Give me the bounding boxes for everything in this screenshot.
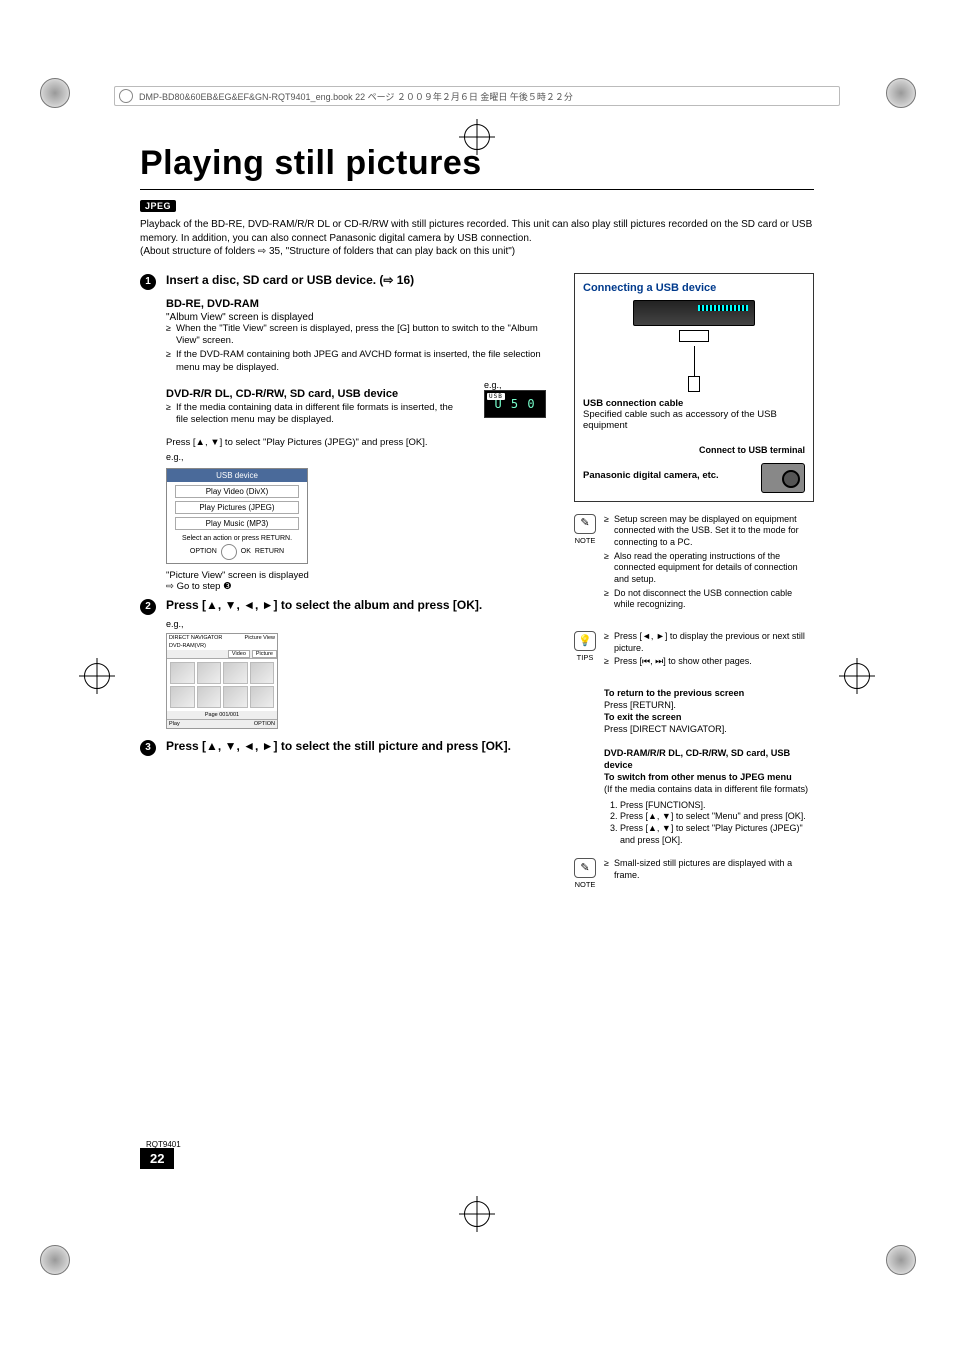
dn-media: DVD-RAM(VR) [169,643,206,649]
note-bullet: Do not disconnect the USB connection cab… [604,588,814,611]
usb-box-title: Connecting a USB device [583,282,805,294]
thumbnail-icon [250,686,275,708]
dn-page: Page 001/001 [167,711,277,719]
bdre-bullet: When the "Title View" screen is displaye… [166,323,554,348]
thumbnail-icon [170,662,195,684]
picture-view-line: "Picture View" screen is displayed [166,570,554,581]
dn-subtitle: Picture View [245,635,275,641]
registration-mark-icon [464,1201,490,1227]
exit-body: Press [DIRECT NAVIGATOR]. [604,724,814,736]
player-device-icon [633,300,755,326]
usb-menu-option: Play Video (DivX) [175,485,299,498]
crop-mark-icon [40,78,68,106]
usb-menu-nav-left: OPTION [190,548,217,555]
usb-plug-icon [688,376,700,392]
switch-body: (If the media contains data in different… [604,784,814,796]
crop-mark-icon [40,1245,68,1273]
cable-desc: Specified cable such as accessory of the… [583,409,805,431]
dvd-bullet: If the media containing data in differen… [166,402,464,427]
switch-heading-2: To switch from other menus to JPEG menu [604,772,792,782]
eg-label: e.g., [166,619,554,629]
bdre-heading: BD-RE, DVD-RAM [166,298,554,310]
note-bullet: Setup screen may be displayed on equipme… [604,514,814,549]
crop-mark-icon [886,1245,914,1273]
direct-navigator-screen: DIRECT NAVIGATOR Picture View DVD-RAM(VR… [166,633,278,729]
cable-icon [694,346,695,376]
goto-step3: ⇨ Go to step ❸ [166,581,554,592]
dn-foot-play: Play [169,721,180,727]
usb-menu-header: USB device [167,469,307,482]
thumbnail-icon [223,662,248,684]
step3-title: Press [▲, ▼, ◄, ►] to select the still p… [166,739,511,753]
eg-label: e.g., [484,380,554,390]
terminal-label: Connect to USB terminal [583,445,805,455]
eg-label: e.g., [166,452,554,462]
switch-heading-1: DVD-RAM/R/R DL, CD-R/RW, SD card, USB de… [604,748,790,770]
tips-bullet: Press [⏮, ⏭] to show other pages. [604,656,814,668]
rule [140,189,814,190]
crop-mark-icon [886,78,914,106]
usb-menu-option: Play Pictures (JPEG) [175,501,299,514]
page-title: Playing still pictures [140,144,814,183]
intro-text-2: (About structure of folders ⇨ 35, "Struc… [140,245,814,259]
registration-mark-icon [844,663,870,689]
header-strip-text: DMP-BD80&60EB&EG&EF&GN-RQT9401_eng.book … [139,90,573,103]
usb-menu-option: Play Music (MP3) [175,517,299,530]
dn-title: DIRECT NAVIGATOR [169,635,222,641]
dn-tab-picture: Picture [252,650,277,658]
usb-menu-nav-ok: OK [241,548,251,555]
dvd-heading: DVD-R/R DL, CD-R/RW, SD card, USB device [166,388,464,400]
note-label: NOTE [574,880,596,890]
note-bullet: Small-sized still pictures are displayed… [604,858,814,881]
thumbnail-icon [250,662,275,684]
step-number-2: 2 [140,599,156,615]
cable-label: USB connection cable [583,398,805,409]
note-icon: ✎ NOTE [574,858,596,890]
header-strip: DMP-BD80&60EB&EG&EF&GN-RQT9401_eng.book … [114,86,840,106]
note-bullet: Also read the operating instructions of … [604,551,814,586]
camera-label: Panasonic digital camera, etc. [583,470,751,481]
usb-connection-box: Connecting a USB device USB connection c… [574,273,814,502]
return-heading: To return to the previous screen [604,688,744,698]
usb-device-menu: USB device Play Video (DivX) Play Pictur… [166,468,308,564]
dn-tab-video: Video [228,650,250,658]
switch-step: Press [▲, ▼] to select "Play Pictures (J… [620,823,814,846]
lcd-usb-tag: USB [487,393,505,400]
step-number-3: 3 [140,740,156,756]
thumbnail-icon [197,686,222,708]
thumbnail-icon [197,662,222,684]
note-icon: ✎ NOTE [574,514,596,546]
step2-title: Press [▲, ▼, ◄, ►] to select the album a… [166,598,482,612]
usb-port-icon [679,330,709,342]
usb-menu-nav-right: RETURN [255,548,284,555]
intro-text: Playback of the BD-RE, DVD-RAM/R/R DL or… [140,218,814,245]
switch-step: Press [FUNCTIONS]. [620,800,814,812]
note-label: NOTE [574,536,596,546]
thumbnail-icon [223,686,248,708]
dvd-press-line: Press [▲, ▼] to select "Play Pictures (J… [166,437,554,448]
step-number-1: 1 [140,274,156,290]
page-number: 22 [140,1148,174,1169]
gear-icon [119,89,133,103]
return-body: Press [RETURN]. [604,700,814,712]
tips-label: TIPS [574,653,596,663]
dn-foot-option: OPTION [254,721,275,727]
tips-icon: 💡 TIPS [574,631,596,663]
tips-bullet: Press [◄, ►] to display the previous or … [604,631,814,654]
registration-mark-icon [84,663,110,689]
bdre-line: "Album View" screen is displayed [166,312,554,323]
step1-title: Insert a disc, SD card or USB device. (⇨… [166,273,414,287]
bdre-bullet: If the DVD-RAM containing both JPEG and … [166,349,554,374]
camera-icon [761,463,805,493]
exit-heading: To exit the screen [604,712,681,722]
usb-menu-footer: Select an action or press RETURN. [167,533,307,544]
dpad-icon [221,544,237,560]
thumbnail-icon [170,686,195,708]
switch-step: Press [▲, ▼] to select "Menu" and press … [620,811,814,823]
jpeg-badge: JPEG [140,200,176,212]
lcd-display: USB U 5 0 [484,390,546,418]
